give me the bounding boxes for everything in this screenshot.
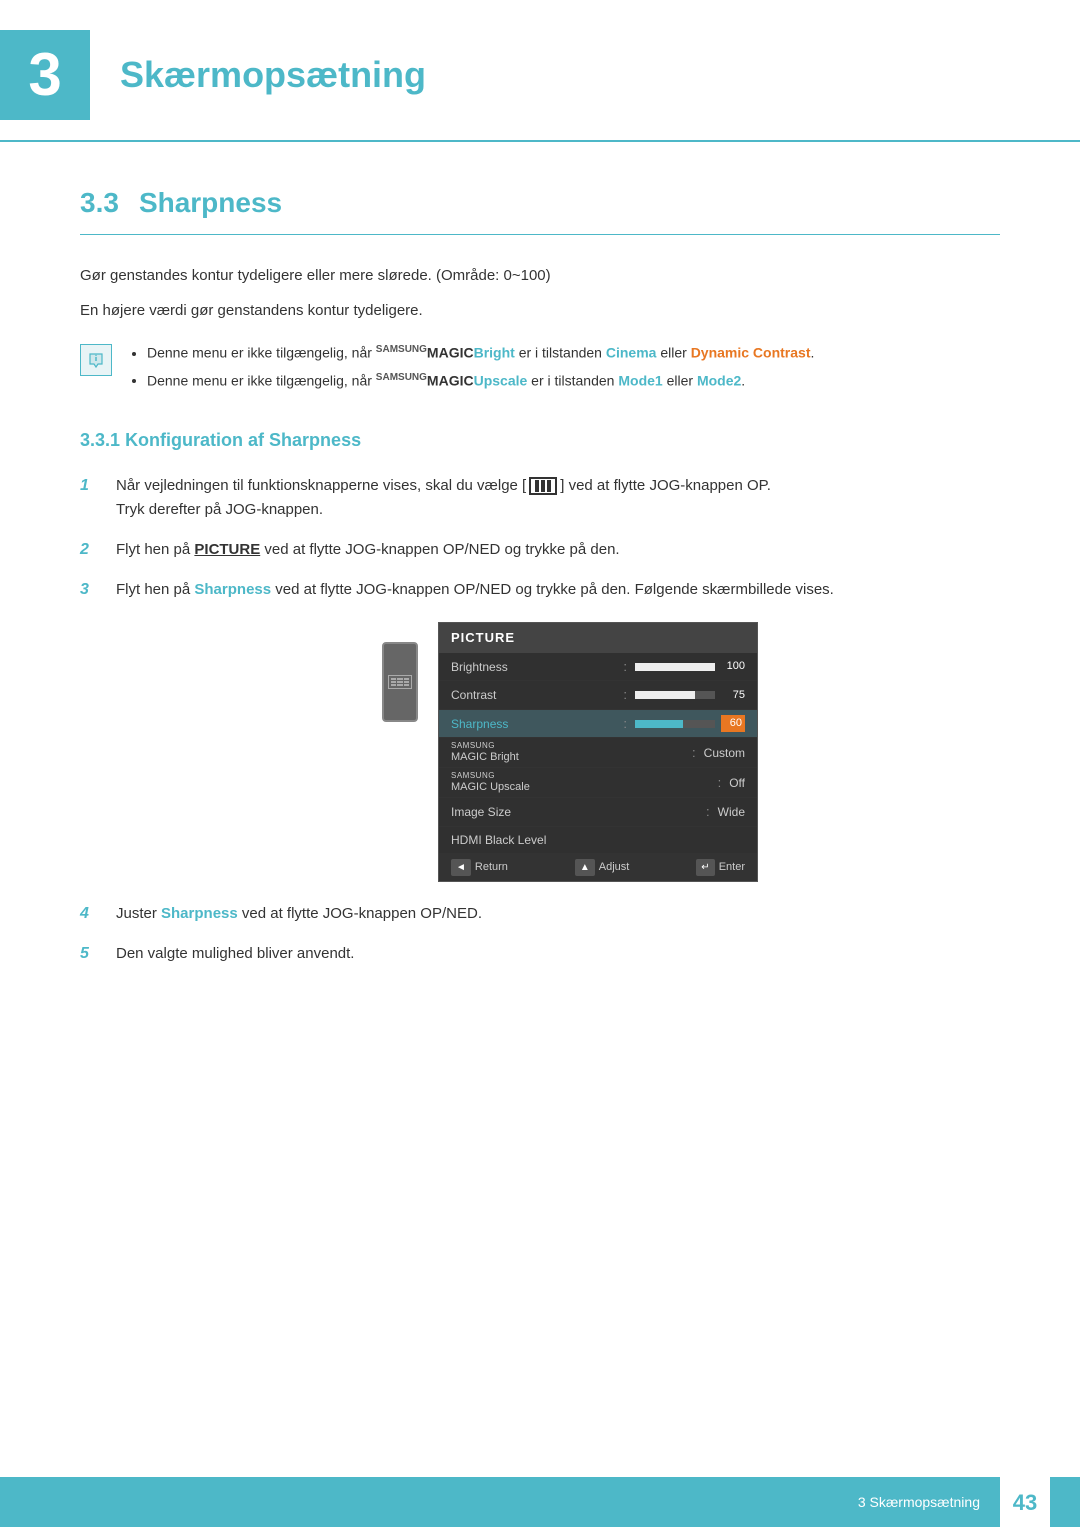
step-number-2: 2 [80, 538, 104, 562]
subsection-title: Konfiguration af Sharpness [125, 430, 361, 450]
footer-chapter-label: 3 Skærmopsætning [858, 1492, 980, 1513]
info-icon [86, 350, 106, 370]
note-icon [80, 344, 112, 376]
step-5: 5 Den valgte mulighed bliver anvendt. [80, 942, 1000, 966]
osd-item-sharpness: Sharpness : 60 [439, 710, 757, 739]
osd-item-magic-bright: SAMSUNGMAGIC Bright : Custom [439, 738, 757, 768]
step-3: 3 Flyt hen på Sharpness ved at flytte JO… [80, 578, 1000, 602]
footer-enter: ↵ Enter [696, 859, 745, 876]
section-heading: 3.3 Sharpness [80, 182, 1000, 235]
contrast-bar [635, 691, 715, 699]
chapter-title: Skærmopsætning [120, 48, 426, 102]
osd-menu: PICTURE Brightness : 100 Contrast : [438, 622, 758, 881]
jog-bracket-icon [529, 477, 557, 495]
step-text-2: Flyt hen på PICTURE ved at flytte JOG-kn… [116, 538, 620, 562]
jog-icon-inner [388, 675, 412, 689]
step-2: 2 Flyt hen på PICTURE ved at flytte JOG-… [80, 538, 1000, 562]
subsection-number: 3.3.1 [80, 430, 120, 450]
step-1: 1 Når vejledningen til funktionsknappern… [80, 474, 1000, 522]
osd-item-contrast: Contrast : 75 [439, 681, 757, 710]
step-number-4: 4 [80, 902, 104, 926]
chapter-number: 3 [28, 30, 61, 120]
osd-title: PICTURE [439, 623, 757, 653]
step-text-4: Juster Sharpness ved at flytte JOG-knapp… [116, 902, 482, 926]
chapter-header: 3 Skærmopsætning [0, 0, 1080, 142]
footer-adjust: ▲ Adjust [575, 859, 629, 876]
osd-item-hdmi: HDMI Black Level [439, 827, 757, 854]
step-text-5: Den valgte mulighed bliver anvendt. [116, 942, 354, 966]
paragraph-1: Gør genstandes kontur tydeligere eller m… [80, 265, 1000, 288]
osd-item-magic-upscale: SAMSUNGMAGIC Upscale : Off [439, 768, 757, 798]
step-number-5: 5 [80, 942, 104, 966]
subsection-heading: 3.3.1 Konfiguration af Sharpness [80, 427, 1000, 454]
osd-item-image-size: Image Size : Wide [439, 798, 757, 827]
footer-return: ◄ Return [451, 859, 508, 876]
section-number: 3.3 [80, 187, 119, 218]
steps-list-2: 4 Juster Sharpness ved at flytte JOG-kna… [80, 902, 1000, 966]
section-title: Sharpness [139, 187, 282, 218]
step-number-1: 1 [80, 474, 104, 498]
main-content: 3.3 Sharpness Gør genstandes kontur tydel… [0, 182, 1080, 1062]
osd-footer: ◄ Return ▲ Adjust ↵ Enter [439, 854, 757, 881]
step-text-1: Når vejledningen til funktionsknapperne … [116, 474, 771, 522]
steps-list: 1 Når vejledningen til funktionsknappern… [80, 474, 1000, 602]
step-4: 4 Juster Sharpness ved at flytte JOG-kna… [80, 902, 1000, 926]
page-footer: 3 Skærmopsætning 43 [0, 1477, 1080, 1527]
sharpness-bar [635, 720, 715, 728]
step-text-3: Flyt hen på Sharpness ved at flytte JOG-… [116, 578, 834, 602]
note-box: Denne menu er ikke tilgængelig, når SAMS… [80, 342, 1000, 397]
note-item-2: Denne menu er ikke tilgængelig, når SAMS… [147, 370, 814, 392]
step-number-3: 3 [80, 578, 104, 602]
jog-icon [382, 642, 418, 722]
note-list: Denne menu er ikke tilgængelig, når SAMS… [127, 342, 814, 397]
footer-page-number: 43 [1000, 1477, 1050, 1527]
osd-container: PICTURE Brightness : 100 Contrast : [140, 622, 1000, 881]
note-item-1: Denne menu er ikke tilgængelig, når SAMS… [147, 342, 814, 364]
brightness-bar [635, 663, 715, 671]
osd-item-brightness: Brightness : 100 [439, 653, 757, 682]
paragraph-2: En højere værdi gør genstandens kontur t… [80, 300, 1000, 323]
chapter-number-box: 3 [0, 30, 90, 120]
